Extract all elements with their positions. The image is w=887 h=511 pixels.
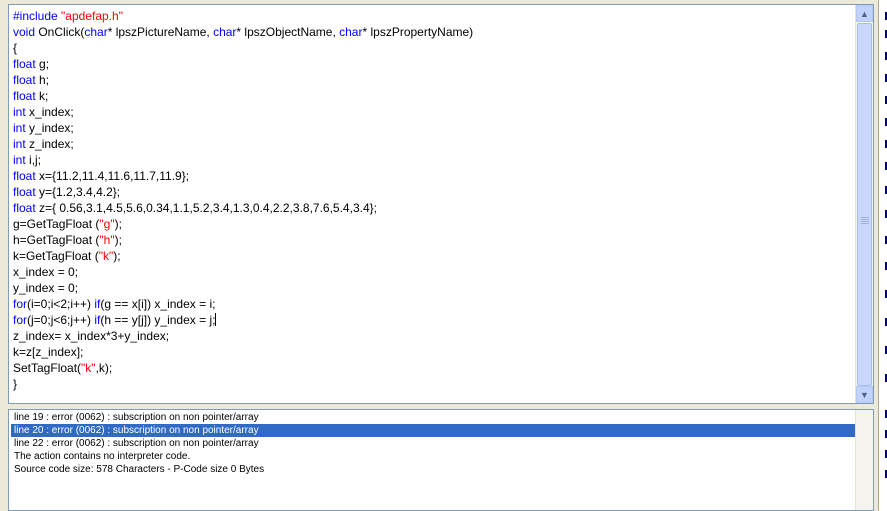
code-token: { bbox=[13, 41, 18, 55]
code-keyword: for bbox=[13, 313, 28, 327]
code-keyword: int bbox=[13, 137, 26, 151]
grip-icon bbox=[861, 217, 869, 225]
code-token: (h == y[j]) y_index = j; bbox=[100, 313, 216, 327]
code-keyword: for bbox=[13, 297, 28, 311]
scrollbar-thumb[interactable] bbox=[857, 23, 872, 386]
code-keyword: float bbox=[13, 57, 36, 71]
code-line[interactable]: void OnClick(char* lpszPictureName, char… bbox=[13, 24, 855, 40]
code-line[interactable]: float z={ 0.56,3.1,4.5,5.6,0.34,1.1,5.2,… bbox=[13, 200, 855, 216]
code-line[interactable]: y_index = 0; bbox=[13, 280, 855, 296]
text-cursor bbox=[215, 313, 217, 326]
code-line[interactable]: g=GetTagFloat ("g"); bbox=[13, 216, 855, 232]
code-token: ); bbox=[114, 233, 122, 247]
code-line[interactable]: float h; bbox=[13, 72, 855, 88]
code-keyword: int bbox=[13, 121, 26, 135]
code-string: "g" bbox=[99, 217, 115, 231]
code-keyword: char bbox=[213, 25, 237, 39]
code-token: x_index; bbox=[25, 105, 74, 119]
code-line[interactable]: k=z[z_index]; bbox=[13, 344, 855, 360]
code-line[interactable]: int x_index; bbox=[13, 104, 855, 120]
code-token: (j=0;j<6;j++) bbox=[27, 313, 95, 327]
code-line[interactable]: float x={11.2,11.4,11.6,11.7,11.9}; bbox=[13, 168, 855, 184]
code-line[interactable]: z_index= x_index*3+y_index; bbox=[13, 328, 855, 344]
code-line[interactable]: float k; bbox=[13, 88, 855, 104]
output-messages: line 19 : error (0062) : subscription on… bbox=[11, 411, 855, 476]
code-token: ,k); bbox=[95, 361, 113, 375]
code-token: ); bbox=[114, 217, 122, 231]
output-vertical-scrollbar[interactable] bbox=[855, 410, 873, 510]
code-string: "k" bbox=[98, 249, 114, 263]
code-keyword: float bbox=[13, 89, 36, 103]
code-line[interactable]: SetTagFloat("k",k); bbox=[13, 360, 855, 376]
code-token: (g == x[i]) x_index = i; bbox=[100, 297, 216, 311]
compiler-output-list[interactable]: line 19 : error (0062) : subscription on… bbox=[8, 409, 874, 511]
code-keyword: float bbox=[13, 169, 36, 183]
code-token: g; bbox=[35, 57, 50, 71]
code-token: y_index = 0; bbox=[13, 281, 79, 295]
output-message[interactable]: The action contains no interpreter code. bbox=[11, 450, 855, 463]
code-line[interactable]: x_index = 0; bbox=[13, 264, 855, 280]
code-token: x={11.2,11.4,11.6,11.7,11.9}; bbox=[35, 169, 190, 183]
code-token: z_index; bbox=[25, 137, 74, 151]
code-line[interactable]: } bbox=[13, 376, 855, 392]
code-line[interactable]: int y_index; bbox=[13, 120, 855, 136]
code-directive: #include bbox=[13, 9, 62, 23]
code-token: ); bbox=[113, 249, 121, 263]
code-line[interactable]: for(j=0;j<6;j++) if(h == y[j]) y_index =… bbox=[13, 312, 855, 328]
code-line[interactable]: float y={1.2,3.4,4.2}; bbox=[13, 184, 855, 200]
output-message[interactable]: Source code size: 578 Characters - P-Cod… bbox=[11, 463, 855, 476]
code-token: h=GetTagFloat ( bbox=[13, 233, 100, 247]
scroll-down-icon[interactable]: ▼ bbox=[856, 386, 873, 403]
code-line[interactable]: h=GetTagFloat ("h"); bbox=[13, 232, 855, 248]
code-editor[interactable]: #include "apdefap.h" void OnClick(char* l… bbox=[8, 4, 874, 404]
code-keyword: int bbox=[13, 153, 26, 167]
code-token: g=GetTagFloat ( bbox=[13, 217, 100, 231]
code-line[interactable]: int i,j; bbox=[13, 152, 855, 168]
code-text[interactable]: #include "apdefap.h" void OnClick(char* l… bbox=[13, 8, 855, 392]
code-token: k=GetTagFloat ( bbox=[13, 249, 99, 263]
code-token: k=z[z_index]; bbox=[13, 345, 84, 359]
code-keyword: void bbox=[13, 25, 36, 39]
code-keyword: float bbox=[13, 185, 36, 199]
code-token: z={ 0.56,3.1,4.5,5.6,0.34,1.1,5.2,3.4,1.… bbox=[35, 201, 377, 215]
code-token: SetTagFloat( bbox=[13, 361, 82, 375]
code-line[interactable]: k=GetTagFloat ("k"); bbox=[13, 248, 855, 264]
code-token: * lpszPropertyName) bbox=[362, 25, 474, 39]
code-token: y_index; bbox=[25, 121, 74, 135]
output-message[interactable]: line 22 : error (0062) : subscription on… bbox=[11, 437, 855, 450]
editor-vertical-scrollbar[interactable]: ▲ ▼ bbox=[855, 5, 873, 403]
code-keyword: char bbox=[339, 25, 363, 39]
code-keyword: char bbox=[84, 25, 108, 39]
code-string: "k" bbox=[81, 361, 96, 375]
code-token: } bbox=[13, 377, 18, 391]
code-line[interactable]: for(i=0;i<2;i++) if(g == x[i]) x_index =… bbox=[13, 296, 855, 312]
code-token: OnClick( bbox=[35, 25, 85, 39]
code-line[interactable]: int z_index; bbox=[13, 136, 855, 152]
code-token: z_index= x_index*3+y_index; bbox=[13, 329, 170, 343]
output-message[interactable]: line 19 : error (0062) : subscription on… bbox=[11, 411, 855, 424]
adjacent-window-edge bbox=[878, 0, 887, 511]
code-line[interactable]: float g; bbox=[13, 56, 855, 72]
output-message[interactable]: line 20 : error (0062) : subscription on… bbox=[11, 424, 855, 437]
code-token: * lpszObjectName, bbox=[236, 25, 340, 39]
scroll-up-icon[interactable]: ▲ bbox=[856, 5, 873, 22]
code-string: "apdefap.h" bbox=[61, 9, 123, 23]
code-token: i,j; bbox=[25, 153, 42, 167]
code-line[interactable]: #include "apdefap.h" bbox=[13, 8, 855, 24]
code-keyword: float bbox=[13, 201, 36, 215]
code-keyword: int bbox=[13, 105, 26, 119]
code-token: (i=0;i<2;i++) bbox=[27, 297, 95, 311]
code-token: * lpszPictureName, bbox=[107, 25, 214, 39]
code-token: k; bbox=[35, 89, 49, 103]
code-line[interactable]: { bbox=[13, 40, 855, 56]
code-string: "h" bbox=[99, 233, 115, 247]
code-token: y={1.2,3.4,4.2}; bbox=[35, 185, 121, 199]
code-keyword: float bbox=[13, 73, 36, 87]
code-token: x_index = 0; bbox=[13, 265, 79, 279]
code-token: h; bbox=[35, 73, 50, 87]
